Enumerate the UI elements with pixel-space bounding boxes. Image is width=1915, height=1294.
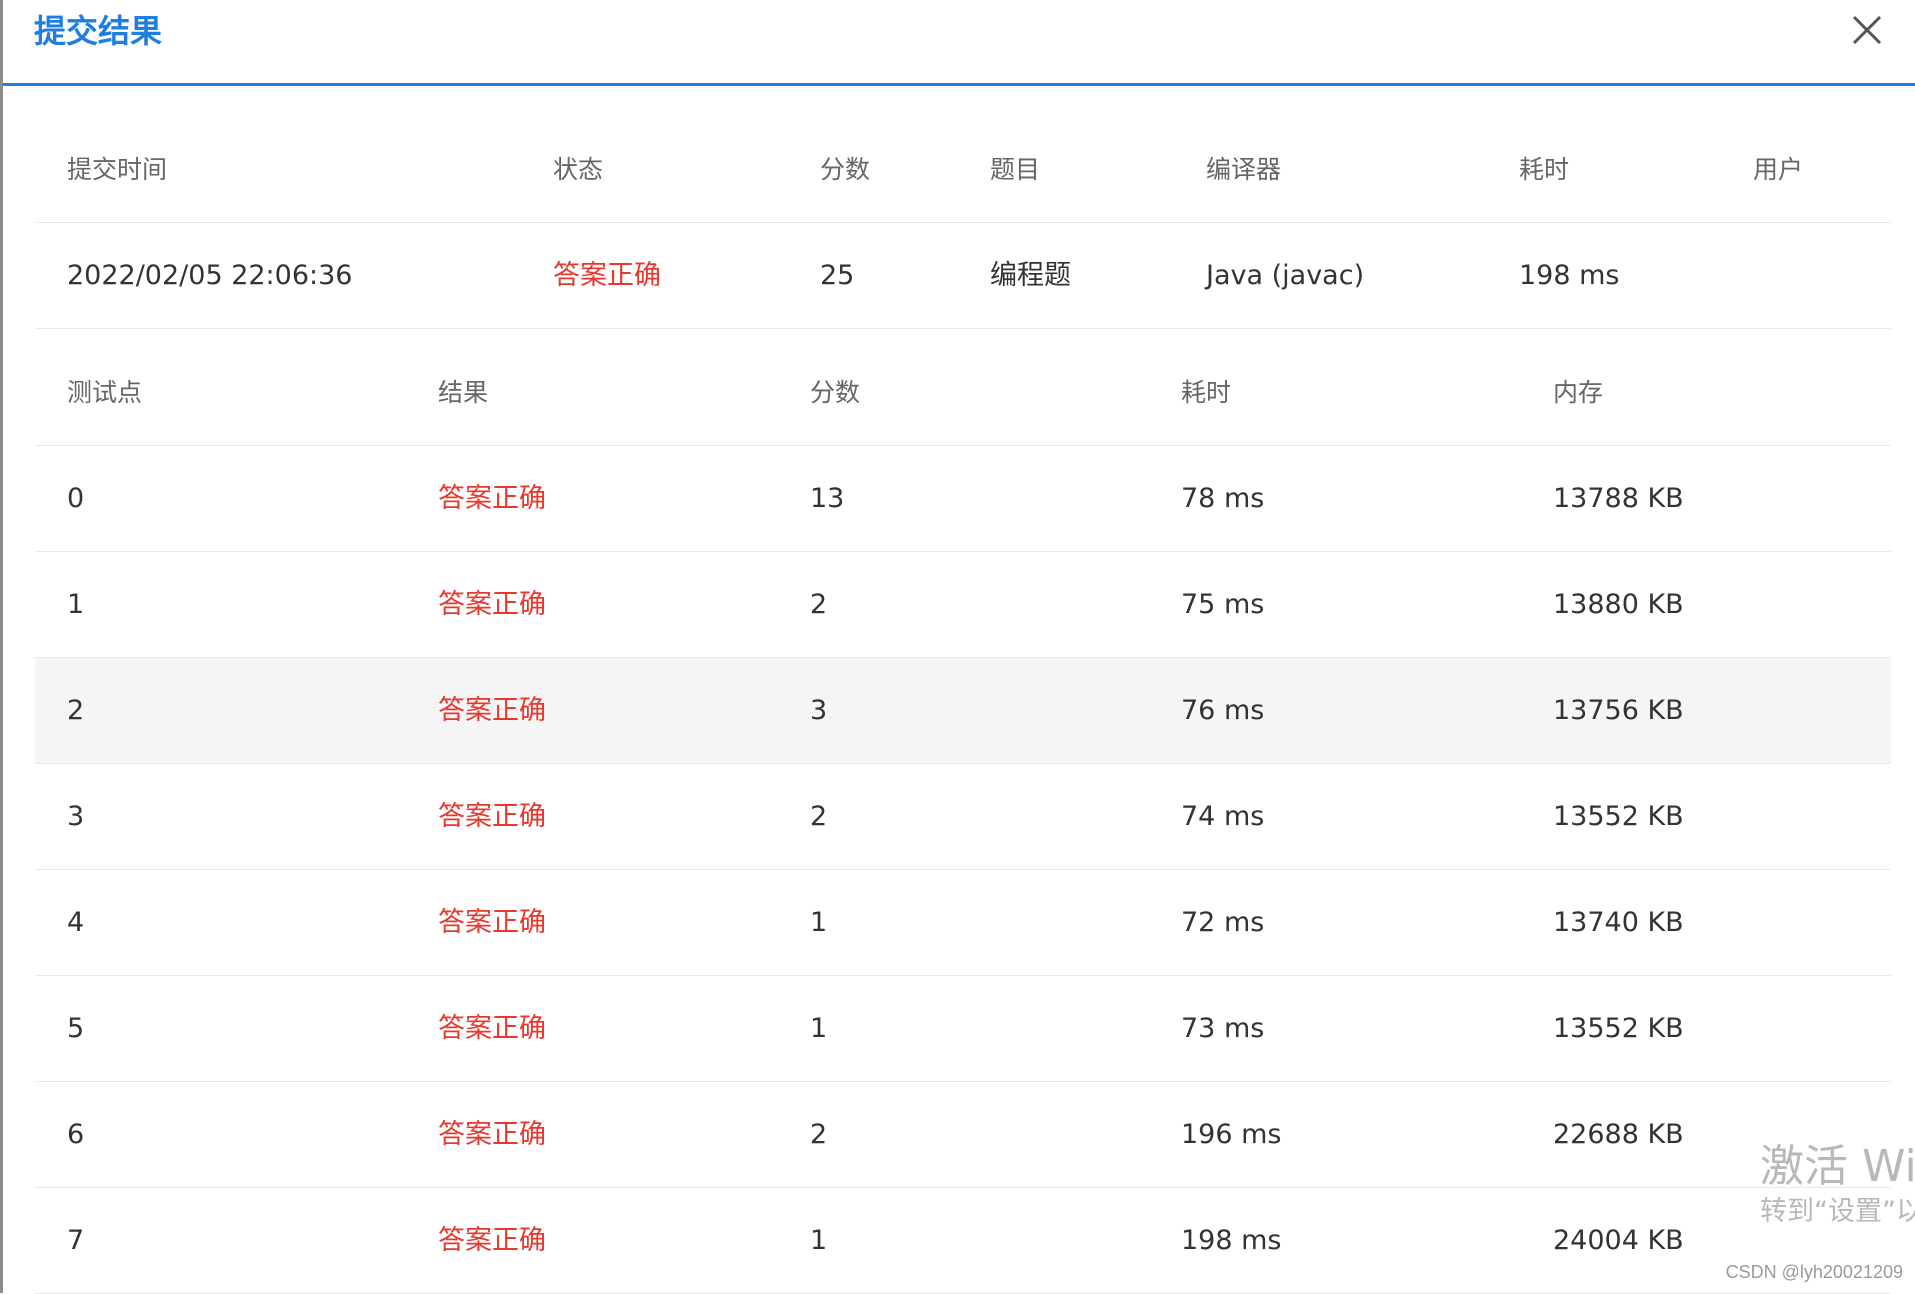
- dialog-title: 提交结果: [34, 12, 163, 50]
- header-status: 状态: [553, 155, 604, 184]
- case-result: 答案正确: [438, 801, 546, 832]
- case-id: 6: [67, 1119, 85, 1150]
- activation-line-1: 激活 Wir: [1760, 1141, 1915, 1192]
- case-memory: 22688 KB: [1553, 1119, 1684, 1150]
- submission-compiler: Java (javac): [1206, 260, 1365, 291]
- csdn-watermark: CSDN @lyh20021209: [1725, 1262, 1903, 1282]
- case-time: 78 ms: [1181, 483, 1265, 514]
- submission-row: 2022/02/05 22:06:36 答案正确 25 编程题 Java (ja…: [35, 223, 1891, 329]
- case-memory: 13788 KB: [1553, 483, 1684, 514]
- window-left-edge: [0, 0, 3, 1293]
- header-result: 结果: [438, 378, 489, 407]
- table-row: 1 答案正确 2 75 ms 13880 KB: [35, 552, 1891, 658]
- case-id: 2: [67, 695, 85, 726]
- activation-line-2: 转到“设置”以: [1760, 1196, 1915, 1227]
- header-cost: 耗时: [1519, 155, 1570, 184]
- case-id: 4: [67, 907, 85, 938]
- case-time: 74 ms: [1181, 801, 1265, 832]
- case-id: 1: [67, 589, 85, 620]
- testcase-table: 测试点 结果 分数 耗时 内存 0 答案正确 13 78 ms 13788 KB…: [35, 340, 1891, 1294]
- submission-cost: 198 ms: [1519, 260, 1620, 291]
- case-result: 答案正确: [438, 1225, 546, 1256]
- case-score: 2: [810, 589, 828, 620]
- table-row: 0 答案正确 13 78 ms 13788 KB: [35, 446, 1891, 552]
- case-memory: 13552 KB: [1553, 1013, 1684, 1044]
- header-memory: 内存: [1553, 378, 1604, 407]
- case-score: 2: [810, 801, 828, 832]
- close-button[interactable]: [1847, 10, 1887, 50]
- header-user: 用户: [1753, 155, 1804, 184]
- case-score: 2: [810, 1119, 828, 1150]
- case-memory: 13740 KB: [1553, 907, 1684, 938]
- case-memory: 13880 KB: [1553, 589, 1684, 620]
- case-time: 196 ms: [1181, 1119, 1282, 1150]
- case-memory: 13552 KB: [1553, 801, 1684, 832]
- submission-problem: 编程题: [990, 260, 1071, 291]
- table-row: 3 答案正确 2 74 ms 13552 KB: [35, 764, 1891, 870]
- header-compiler: 编译器: [1206, 155, 1282, 184]
- case-time: 73 ms: [1181, 1013, 1265, 1044]
- case-time: 76 ms: [1181, 695, 1265, 726]
- submission-header-row: 提交时间 状态 分数 题目 编译器 耗时 用户: [35, 117, 1891, 223]
- header-testcase: 测试点: [67, 378, 143, 407]
- case-time: 75 ms: [1181, 589, 1265, 620]
- case-id: 7: [67, 1225, 85, 1256]
- case-time: 198 ms: [1181, 1225, 1282, 1256]
- case-result: 答案正确: [438, 1119, 546, 1150]
- close-icon: [1852, 15, 1882, 45]
- case-score: 1: [810, 1225, 828, 1256]
- case-result: 答案正确: [438, 1013, 546, 1044]
- case-memory: 24004 KB: [1553, 1225, 1684, 1256]
- case-result: 答案正确: [438, 589, 546, 620]
- case-score: 13: [810, 483, 845, 514]
- case-result: 答案正确: [438, 907, 546, 938]
- header-problem: 题目: [990, 155, 1041, 184]
- case-score: 1: [810, 1013, 828, 1044]
- case-result: 答案正确: [438, 483, 546, 514]
- header-case-time: 耗时: [1181, 378, 1232, 407]
- table-row: 4 答案正确 1 72 ms 13740 KB: [35, 870, 1891, 976]
- case-score: 3: [810, 695, 828, 726]
- submission-table: 提交时间 状态 分数 题目 编译器 耗时 用户 2022/02/05 22:06…: [35, 117, 1891, 329]
- submission-status: 答案正确: [553, 260, 661, 291]
- dialog-header: 提交结果: [3, 0, 1915, 86]
- case-score: 1: [810, 907, 828, 938]
- case-result: 答案正确: [438, 695, 546, 726]
- case-memory: 13756 KB: [1553, 695, 1684, 726]
- case-id: 0: [67, 483, 85, 514]
- table-row: 7 答案正确 1 198 ms 24004 KB: [35, 1188, 1891, 1294]
- testcase-header-row: 测试点 结果 分数 耗时 内存: [35, 340, 1891, 446]
- windows-activation-watermark: 激活 Wir 转到“设置”以: [1760, 1140, 1915, 1230]
- submit-time: 2022/02/05 22:06:36: [67, 260, 353, 291]
- table-row: 6 答案正确 2 196 ms 22688 KB: [35, 1082, 1891, 1188]
- header-submit-time: 提交时间: [67, 155, 168, 184]
- case-time: 72 ms: [1181, 907, 1265, 938]
- header-score: 分数: [820, 155, 871, 184]
- submission-score: 25: [820, 260, 855, 291]
- header-case-score: 分数: [810, 378, 861, 407]
- case-id: 5: [67, 1013, 85, 1044]
- table-row: 5 答案正确 1 73 ms 13552 KB: [35, 976, 1891, 1082]
- case-id: 3: [67, 801, 85, 832]
- table-row: 2 答案正确 3 76 ms 13756 KB: [35, 658, 1891, 764]
